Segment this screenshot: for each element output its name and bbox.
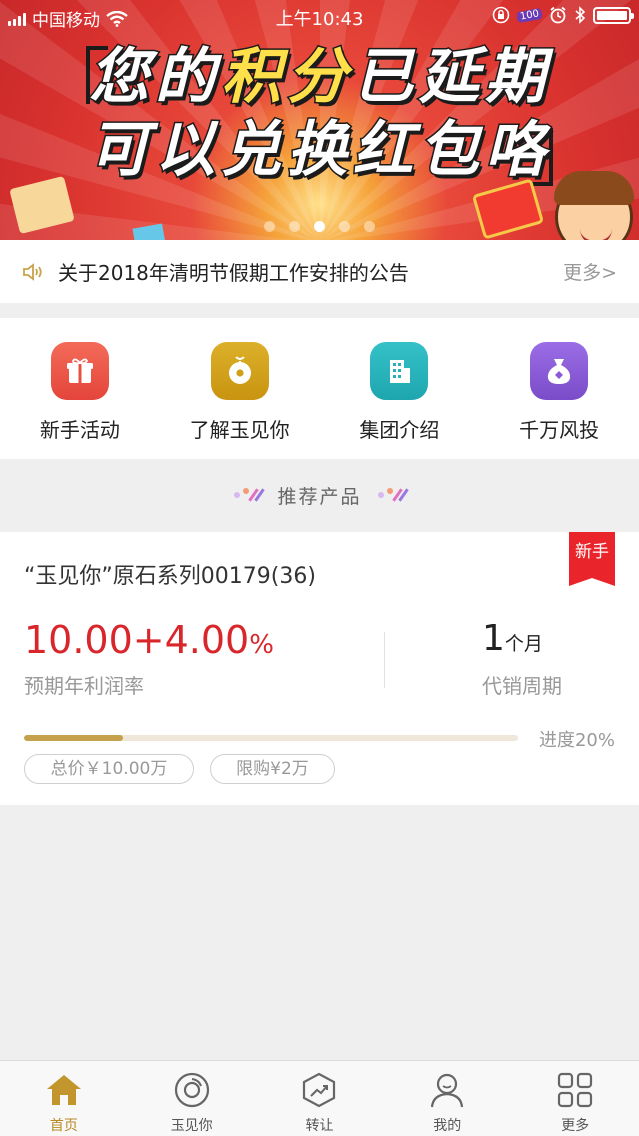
- notice-text[interactable]: 关于2018年清明节假期工作安排的公告: [58, 257, 563, 286]
- tab-transfer[interactable]: 转让: [256, 1061, 384, 1136]
- quick-item-venture[interactable]: 千万风投: [479, 318, 639, 459]
- quick-item-newbie[interactable]: 新手活动: [0, 318, 160, 459]
- notice-more-link[interactable]: 更多>: [563, 258, 617, 285]
- home-icon: [44, 1070, 84, 1110]
- carousel-dot[interactable]: [339, 221, 350, 232]
- progress-text: 进度20%: [538, 730, 615, 751]
- carousel-dot[interactable]: [289, 221, 300, 232]
- tab-mine[interactable]: 我的: [383, 1061, 511, 1136]
- quick-item-label: 新手活动: [39, 418, 120, 442]
- tab-label: 首页: [49, 1118, 78, 1134]
- rate-unit: %: [249, 630, 274, 660]
- user-icon: [427, 1070, 467, 1110]
- tab-label: 我的: [433, 1118, 462, 1134]
- period-unit: 个月: [504, 633, 543, 655]
- quick-item-label: 了解玉见你: [189, 418, 290, 442]
- carousel-dot-active[interactable]: [314, 221, 325, 232]
- recommend-header: 推荐产品: [0, 459, 639, 531]
- section-title: 推荐产品: [277, 485, 362, 508]
- period-value: 1个月: [482, 618, 543, 659]
- promo-banner[interactable]: 中国移动 上午10:43 100 您的积分已延期 可以兑换红包咯: [0, 0, 639, 240]
- home-screen: 中国移动 上午10:43 100 您的积分已延期 可以兑换红包咯 关于2018年…: [0, 0, 639, 1136]
- hundred-badge: 100: [516, 7, 543, 23]
- carousel-indicator[interactable]: [0, 221, 639, 232]
- speaker-icon: [23, 262, 42, 281]
- status-bar: 中国移动 上午10:43 100: [0, 0, 639, 32]
- quick-menu: 新手活动 了解玉见你 集团介绍 千万风投: [0, 318, 639, 459]
- tab-jade[interactable]: 玉见你: [128, 1061, 256, 1136]
- jade-pendant-icon: [210, 342, 269, 400]
- tab-more[interactable]: 更多: [511, 1061, 639, 1136]
- divider: [384, 632, 385, 688]
- notice-bar[interactable]: 关于2018年清明节假期工作安排的公告 更多>: [0, 240, 639, 303]
- disc-icon: [172, 1070, 212, 1110]
- quick-item-about-jade[interactable]: 了解玉见你: [160, 318, 320, 459]
- purchase-limit-pill: 限购¥2万: [210, 754, 335, 784]
- gift-icon: [50, 342, 109, 400]
- period-label: 代销周期: [482, 674, 562, 698]
- total-price-pill: 总价￥10.00万: [24, 754, 194, 784]
- rate-label: 预期年利润率: [24, 674, 144, 698]
- banner-headline: 您的积分已延期 可以兑换红包咯: [60, 40, 580, 187]
- rate-number: 10.00+4.00: [24, 618, 250, 662]
- status-right: 100: [492, 6, 634, 24]
- banner-line-2: 可以兑换红包咯: [88, 114, 551, 187]
- tab-home[interactable]: 首页: [0, 1061, 128, 1136]
- confetti-right-icon: [377, 488, 409, 502]
- banner-line-1: 您的积分已延期: [88, 41, 551, 114]
- tab-label: 转让: [305, 1118, 334, 1134]
- battery-icon: [593, 6, 634, 24]
- quick-item-label: 集团介绍: [359, 418, 440, 442]
- confetti-left-icon: [234, 488, 266, 502]
- progress-fill: [24, 735, 123, 741]
- alarm-icon: [550, 6, 566, 24]
- tab-label: 玉见你: [170, 1118, 213, 1134]
- rate-value: 10.00+4.00%: [24, 618, 274, 662]
- bluetooth-icon: [575, 6, 586, 24]
- grid-icon: [555, 1070, 595, 1110]
- quick-item-group-intro[interactable]: 集团介绍: [320, 318, 480, 459]
- newbie-tag: 新手: [569, 532, 615, 586]
- rotation-lock-icon: [492, 6, 510, 24]
- progress-bar: [24, 735, 518, 741]
- transfer-chart-icon: [299, 1070, 339, 1110]
- money-bag-icon: [530, 342, 589, 400]
- bottom-tab-bar: 首页 玉见你 转让 我的 更多: [0, 1060, 639, 1136]
- carousel-dot[interactable]: [364, 221, 375, 232]
- tab-label: 更多: [561, 1118, 590, 1134]
- building-icon: [370, 342, 429, 400]
- quick-item-label: 千万风投: [519, 418, 600, 442]
- product-name: “玉见你”原石系列00179(36): [24, 564, 316, 589]
- period-number: 1: [482, 618, 505, 659]
- carousel-dot[interactable]: [264, 221, 275, 232]
- product-card[interactable]: “玉见你”原石系列00179(36) 新手 10.00+4.00% 预期年利润率…: [0, 532, 639, 805]
